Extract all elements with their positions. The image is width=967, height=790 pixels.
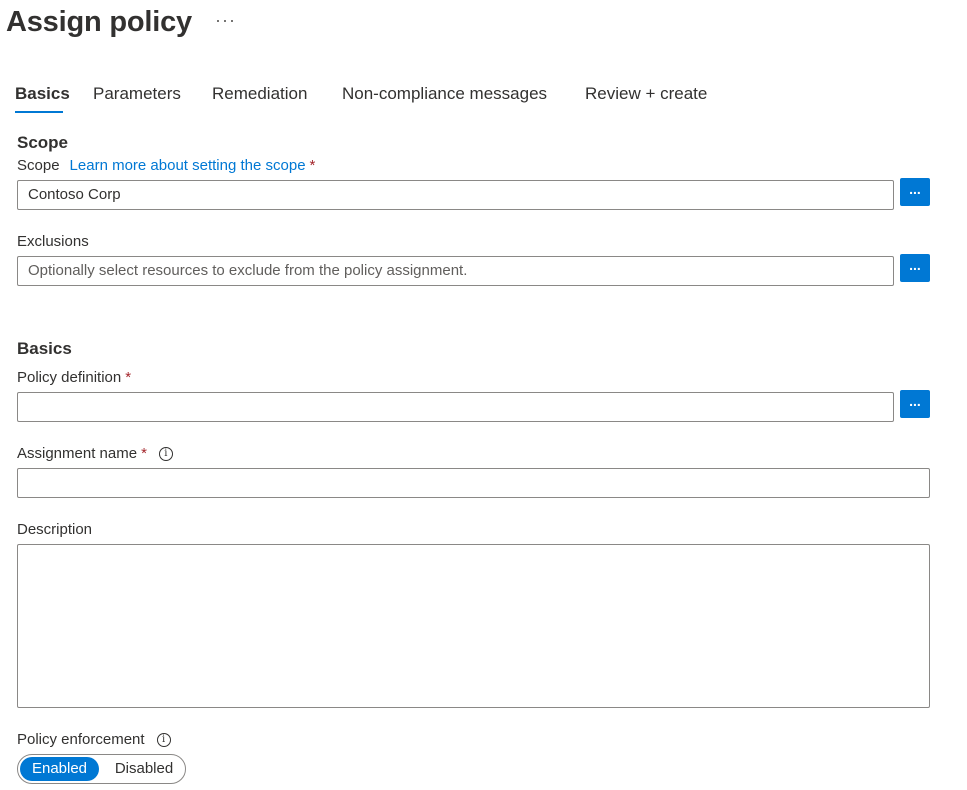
policy-enforcement-label-row: Policy enforcement i — [17, 730, 171, 750]
enforcement-disabled-option[interactable]: Disabled — [104, 757, 184, 781]
policy-definition-browse-button[interactable]: ... — [900, 390, 930, 418]
required-indicator: * — [125, 369, 132, 386]
assignment-name-label-row: Assignment name * i — [17, 444, 173, 464]
policy-enforcement-label: Policy enforcement — [17, 731, 145, 748]
description-textarea[interactable] — [17, 544, 930, 708]
exclusions-label: Exclusions — [17, 233, 89, 250]
scope-browse-button[interactable]: ... — [900, 178, 930, 206]
required-indicator: * — [141, 445, 147, 462]
assignment-name-field[interactable] — [17, 468, 930, 498]
scope-label-row: Scope Learn more about setting the scope * — [17, 156, 315, 176]
active-tab-indicator — [15, 111, 63, 113]
assignment-name-label: Assignment name — [17, 445, 138, 462]
tab-non-compliance-messages[interactable]: Non-compliance messages — [342, 80, 547, 108]
page-title: Assign policy — [6, 6, 192, 38]
policy-definition-label: Policy definition — [17, 369, 122, 386]
tab-bar: Basics Parameters Remediation Non-compli… — [0, 80, 967, 116]
required-indicator: * — [309, 157, 316, 174]
learn-more-scope-link[interactable]: Learn more about setting the scope — [70, 157, 306, 174]
description-label: Description — [17, 521, 93, 538]
exclusions-browse-button[interactable]: ... — [900, 254, 930, 282]
tab-review-create[interactable]: Review + create — [585, 80, 707, 108]
more-options-button[interactable]: ··· — [215, 8, 236, 32]
info-icon[interactable]: i — [158, 447, 173, 462]
exclusions-field[interactable]: Optionally select resources to exclude f… — [17, 256, 894, 286]
scope-label: Scope — [17, 157, 60, 174]
info-icon[interactable]: i — [156, 733, 171, 748]
tab-basics[interactable]: Basics — [15, 80, 70, 108]
policy-definition-field[interactable] — [17, 392, 894, 422]
basics-section-heading: Basics — [17, 339, 72, 358]
policy-enforcement-toggle: Enabled Disabled — [17, 754, 186, 784]
tab-remediation[interactable]: Remediation — [212, 80, 307, 108]
tab-parameters[interactable]: Parameters — [93, 80, 181, 108]
enforcement-enabled-option[interactable]: Enabled — [20, 757, 99, 781]
scope-field[interactable]: Contoso Corp — [17, 180, 894, 210]
policy-definition-label-row: Policy definition * — [17, 368, 131, 388]
scope-section-heading: Scope — [17, 133, 69, 152]
